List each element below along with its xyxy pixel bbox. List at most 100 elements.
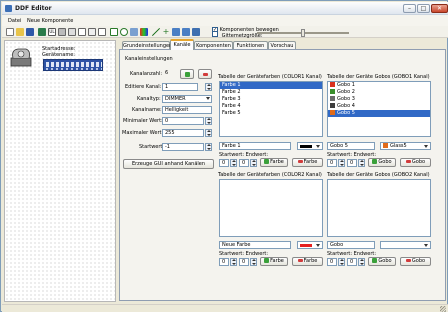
distribute-tool-icon[interactable] (182, 28, 190, 36)
open-folder-icon[interactable] (16, 28, 24, 36)
grid-tool-icon[interactable] (130, 28, 138, 36)
add-gobo1-button[interactable]: Gobo (368, 158, 396, 167)
color2-name-field[interactable]: Neue Farbe (219, 241, 291, 249)
label-tool-icon[interactable] (38, 28, 46, 36)
plus-icon (264, 159, 270, 164)
radio-tool-icon[interactable] (120, 28, 128, 36)
start-value-spinner[interactable] (205, 143, 212, 151)
maximize-button[interactable]: □ (417, 4, 430, 13)
list-item[interactable]: Farbe 2 (220, 89, 322, 96)
line-tool-icon[interactable] (152, 28, 160, 36)
grid-size-slider[interactable] (257, 29, 349, 37)
add-color2-button[interactable]: Farbe (260, 257, 288, 266)
slider-thumb[interactable] (301, 29, 305, 37)
generate-gui-button[interactable]: Erzeuge GUI anhand Kanälen (123, 159, 214, 169)
color2-color-select[interactable] (297, 241, 323, 249)
color1-color-select[interactable] (297, 142, 323, 150)
channel-name-field[interactable]: Helligkeit (162, 106, 212, 114)
remove-color1-button[interactable]: Farbe (292, 158, 323, 167)
close-button[interactable]: ✕ (431, 4, 448, 13)
design-panel[interactable]: Startadresse: Gerätename: (4, 40, 116, 302)
min-value-field[interactable]: 0 (162, 117, 204, 125)
list-item[interactable]: Farbe 5 (220, 110, 322, 117)
menu-item-neue-komponente[interactable]: Neue Komponente (27, 18, 73, 24)
gobo2-end-field[interactable]: 0 (347, 258, 357, 266)
table-tool-icon[interactable] (192, 28, 200, 36)
gobo1-image-select[interactable]: Glass5 (380, 142, 431, 150)
list-item[interactable]: Gobo 3 (328, 96, 430, 103)
menu-item-datei[interactable]: Datei (8, 18, 21, 24)
align-tool-icon[interactable] (172, 28, 180, 36)
max-value-spinner[interactable] (205, 129, 212, 137)
checkbox-tool-icon[interactable] (110, 28, 118, 36)
grid-size-checkbox[interactable] (212, 31, 218, 37)
gobo-image-icon (383, 143, 388, 148)
color1-list[interactable]: Farbe 1 Farbe 2 Farbe 3 Farbe 4 Farbe 5 (219, 81, 323, 137)
text-tool-icon[interactable]: UL (48, 28, 56, 36)
remove-gobo1-button[interactable]: Gobo (400, 158, 431, 167)
save-icon[interactable] (26, 28, 34, 36)
gobo2-image-select[interactable] (380, 241, 431, 249)
color1-name-field[interactable]: Farbe 1 (219, 142, 291, 150)
list-item[interactable]: Gobo 1 (328, 82, 430, 89)
gobo1-image-value: Glass5 (390, 143, 407, 149)
gobo1-end-field[interactable]: 0 (347, 159, 357, 167)
resize-grip-icon[interactable] (440, 306, 446, 312)
add-gobo2-button[interactable]: Gobo (368, 257, 396, 266)
remove-gobo2-button[interactable]: Gobo (400, 257, 431, 266)
gobo1-name-field[interactable]: Gobo 5 (327, 142, 375, 150)
cross-tool-icon[interactable]: + (162, 28, 170, 36)
list-item[interactable]: Farbe 3 (220, 96, 322, 103)
channel-name-label: Kanalname: (132, 107, 162, 113)
color2-start-spinner[interactable] (230, 258, 237, 266)
slider-tool-icon[interactable] (68, 28, 76, 36)
gobo-swatch (330, 110, 335, 115)
new-file-icon[interactable] (6, 28, 14, 36)
edit-channel-field[interactable]: 1 (162, 83, 198, 91)
color1-start-spinner[interactable] (230, 159, 237, 167)
color2-end-field[interactable]: 0 (239, 258, 249, 266)
list-item[interactable]: Gobo 4 (328, 103, 430, 110)
button-tool-icon[interactable] (58, 28, 66, 36)
channel-settings-title: Kanaleinstellungen (125, 56, 173, 62)
gobo2-name-field[interactable]: Gobo (327, 241, 375, 249)
minus-icon (297, 259, 303, 262)
add-color1-button[interactable]: Farbe (260, 158, 288, 167)
color2-start-field[interactable]: 0 (219, 258, 229, 266)
dip-switch[interactable] (43, 59, 103, 71)
spinner-tool-icon[interactable] (88, 28, 96, 36)
list-item[interactable]: Gobo 5 (328, 110, 430, 117)
gobo2-list[interactable] (327, 179, 431, 237)
list-tool-icon[interactable] (78, 28, 86, 36)
min-value-spinner[interactable] (205, 117, 212, 125)
remove-channel-button[interactable] (198, 69, 212, 79)
color-tool-icon[interactable] (140, 28, 148, 36)
window-title: DDF Editor (15, 5, 52, 12)
color1-start-field[interactable]: 0 (219, 159, 229, 167)
list-item[interactable]: Farbe 1 (220, 82, 322, 89)
start-value-field[interactable]: -1 (162, 143, 204, 151)
remove-color2-button[interactable]: Farbe (292, 257, 323, 266)
list-item[interactable]: Farbe 4 (220, 103, 322, 110)
minimize-button[interactable]: – (403, 4, 416, 13)
channel-count-field[interactable]: 6 (163, 70, 177, 78)
add-channel-button[interactable] (180, 69, 194, 79)
gobo1-list[interactable]: Gobo 1 Gobo 2 Gobo 3 Gobo 4 Gobo 5 (327, 81, 431, 137)
gobo1-end-spinner[interactable] (358, 159, 365, 167)
plus-icon (372, 159, 378, 164)
gobo1-start-field[interactable]: 0 (327, 159, 337, 167)
max-value-field[interactable]: 255 (162, 129, 204, 137)
tab-kanaele[interactable]: Kanäle (170, 39, 194, 50)
edit-tool-icon[interactable] (98, 28, 106, 36)
gobo2-start-spinner[interactable] (338, 258, 345, 266)
list-item[interactable]: Gobo 2 (328, 89, 430, 96)
color1-end-spinner[interactable] (250, 159, 257, 167)
gobo2-start-field[interactable]: 0 (327, 258, 337, 266)
color2-list[interactable] (219, 179, 323, 237)
edit-channel-spinner[interactable] (205, 83, 212, 91)
color2-end-spinner[interactable] (250, 258, 257, 266)
min-value-label: Minimaler Wert: (123, 118, 163, 124)
gobo1-start-spinner[interactable] (338, 159, 345, 167)
gobo2-end-spinner[interactable] (358, 258, 365, 266)
color1-end-field[interactable]: 0 (239, 159, 249, 167)
